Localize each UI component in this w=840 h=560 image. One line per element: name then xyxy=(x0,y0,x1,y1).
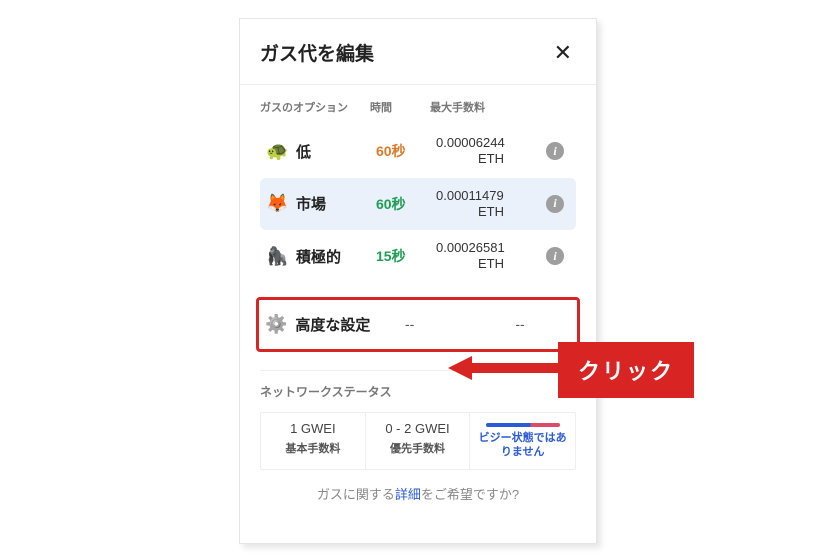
base-fee-cell: 1 GWEI 基本手数料 xyxy=(261,413,366,470)
option-label: 低 xyxy=(296,141,311,162)
details-link[interactable]: 詳細 xyxy=(395,487,421,502)
base-fee-value: 1 GWEI xyxy=(267,421,359,436)
divider xyxy=(240,84,596,85)
busy-bar-icon xyxy=(486,423,560,427)
option-time: 60秒 xyxy=(376,141,436,161)
advanced-label: 高度な設定 xyxy=(295,314,370,335)
gas-edit-panel: ガス代を編集 ✕ ガスのオプション 時間 最大手数料 🐢 低 60秒 0.000… xyxy=(239,18,597,544)
busy-text: ビジー状態ではありません xyxy=(476,431,569,460)
base-fee-label: 基本手数料 xyxy=(267,440,359,456)
option-row-low[interactable]: 🐢 低 60秒 0.00006244 ETH i xyxy=(260,125,576,178)
close-icon[interactable]: ✕ xyxy=(550,40,576,66)
network-grid: 1 GWEI 基本手数料 0 - 2 GWEI 優先手数料 ビジー状態ではありま… xyxy=(260,412,576,471)
busy-cell: ビジー状態ではありません xyxy=(470,413,575,470)
option-time: 60秒 xyxy=(376,194,436,214)
network-status: ネットワークステータス 1 GWEI 基本手数料 0 - 2 GWEI 優先手数… xyxy=(240,383,596,504)
panel-title: ガス代を編集 xyxy=(260,39,374,66)
network-heading: ネットワークステータス xyxy=(260,383,576,400)
option-fee: 0.00026581 ETH xyxy=(436,240,546,273)
gorilla-icon: 🦍 xyxy=(266,246,288,267)
option-row-market[interactable]: 🦊 市場 60秒 0.00011479 ETH i xyxy=(260,178,576,231)
gas-options: ガスのオプション 時間 最大手数料 🐢 低 60秒 0.00006244 ETH… xyxy=(240,99,596,283)
option-time: 15秒 xyxy=(376,246,436,266)
option-fee: 0.00011479 ETH xyxy=(436,188,546,221)
column-headers: ガスのオプション 時間 最大手数料 xyxy=(260,99,576,115)
footer-text: ガスに関する詳細をご希望ですか? xyxy=(260,484,576,503)
info-icon[interactable]: i xyxy=(546,247,564,265)
divider xyxy=(260,370,576,371)
option-fee: 0.00006244 ETH xyxy=(436,135,546,168)
gear-icon: ⚙️ xyxy=(265,314,287,335)
option-label: 積極的 xyxy=(296,246,341,267)
col-option: ガスのオプション xyxy=(260,99,370,115)
annotation-click-label: クリック xyxy=(558,342,694,398)
info-icon[interactable]: i xyxy=(546,142,564,160)
info-icon[interactable]: i xyxy=(546,195,564,213)
option-label: 市場 xyxy=(296,193,326,214)
priority-fee-value: 0 - 2 GWEI xyxy=(372,421,464,436)
turtle-icon: 🐢 xyxy=(266,141,288,162)
col-time: 時間 xyxy=(370,99,430,115)
priority-fee-cell: 0 - 2 GWEI 優先手数料 xyxy=(366,413,471,470)
advanced-fee: -- xyxy=(465,316,575,332)
advanced-settings-row[interactable]: ⚙️ 高度な設定 -- -- xyxy=(256,297,580,352)
advanced-time: -- xyxy=(405,316,465,332)
fox-icon: 🦊 xyxy=(266,193,288,214)
option-row-aggressive[interactable]: 🦍 積極的 15秒 0.00026581 ETH i xyxy=(260,230,576,283)
panel-header: ガス代を編集 ✕ xyxy=(240,19,596,84)
col-maxfee: 最大手数料 xyxy=(430,99,540,115)
priority-fee-label: 優先手数料 xyxy=(372,440,464,456)
